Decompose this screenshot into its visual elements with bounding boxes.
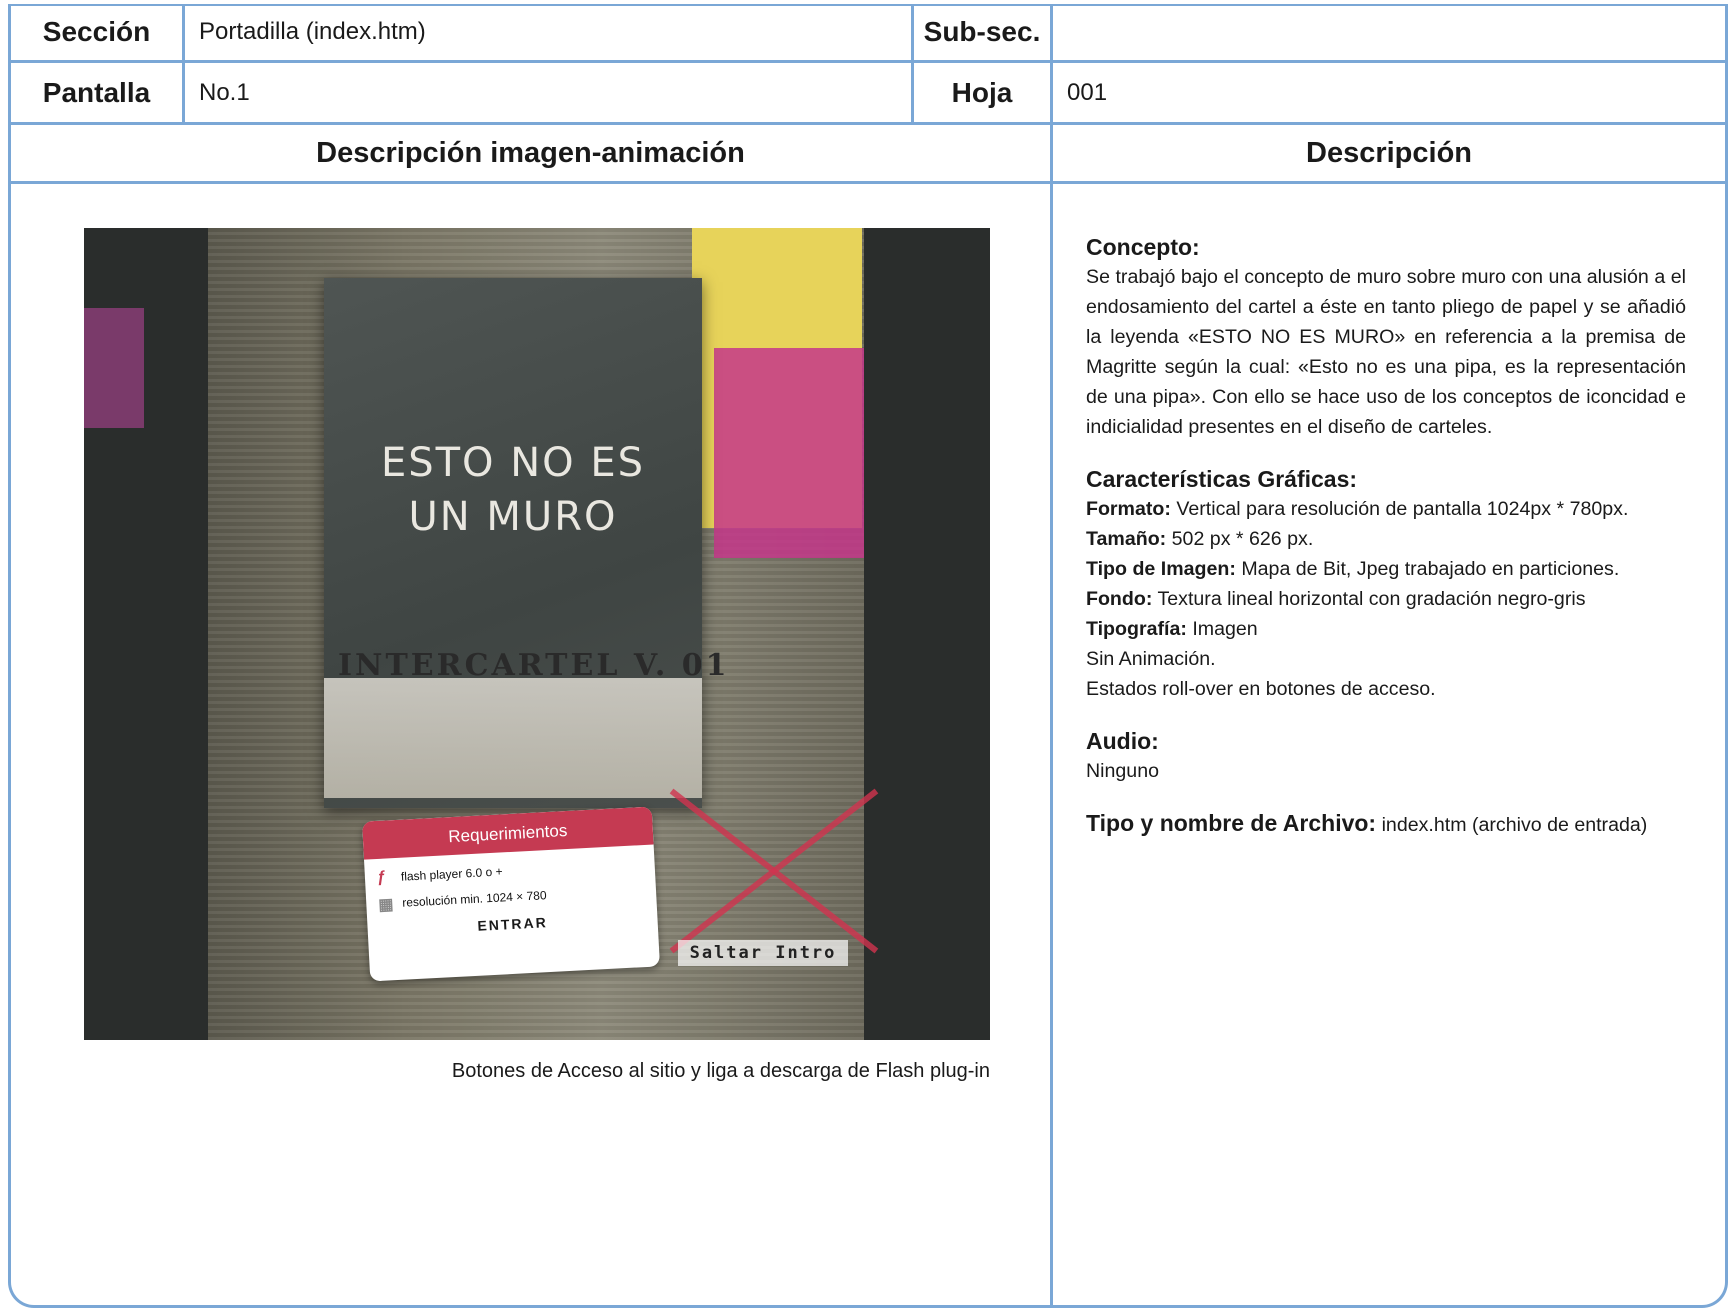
poster-sheet — [324, 278, 702, 808]
left-column-title: Descripción imagen-animación — [316, 136, 745, 169]
tamano-line: Tamaño: 502 px * 626 px. — [1086, 524, 1686, 554]
seccion-label: Sección — [42, 16, 151, 47]
fondo-value: Textura lineal horizontal con gradación … — [1157, 588, 1586, 610]
poster-headline-line2: UN MURO — [408, 494, 618, 540]
enter-button[interactable]: ENTRAR — [367, 908, 657, 939]
resolution-requirement-row: ▦ resolución min. 1024 × 780 — [366, 882, 656, 914]
poster-scrap — [84, 308, 144, 428]
audio-heading: Audio: — [1086, 728, 1159, 754]
flash-icon: ƒ — [376, 868, 387, 886]
description-panel: Concepto: Se trabajó bajo el concepto de… — [1086, 232, 1686, 862]
poster-stamp: INTERCARTEL V. 01 — [338, 648, 730, 683]
tamano-value: 502 px * 626 px. — [1171, 528, 1314, 550]
rollover-line: Estados roll-over en botones de acceso. — [1086, 678, 1436, 700]
formato-label: Formato: — [1086, 498, 1171, 520]
hoja-label: Hoja — [951, 76, 1013, 108]
poster-scrap — [714, 348, 864, 558]
hoja-value: 001 — [1067, 78, 1108, 106]
tipo-imagen-value: Mapa de Bit, Jpeg trabajado en particion… — [1241, 558, 1620, 580]
row-divider — [8, 181, 1728, 184]
flash-download-link[interactable]: ƒ flash player 6.0 o + — [365, 856, 655, 886]
subsec-label: Sub-sec. — [923, 16, 1041, 47]
screen-icon: ▦ — [377, 896, 394, 914]
tipografia-line: Tipografía: Imagen — [1086, 614, 1686, 644]
skip-intro-button[interactable]: Saltar Intro — [678, 940, 848, 966]
resolution-requirement: resolución min. 1024 × 780 — [401, 888, 547, 910]
animacion-line: Sin Animación. — [1086, 648, 1216, 670]
archivo-value: index.htm (archivo de entrada) — [1381, 814, 1648, 836]
poster-headline-line1: ESTO NO ES — [380, 440, 646, 486]
formato-line: Formato: Vertical para resolución de pan… — [1086, 494, 1686, 524]
subsec-value — [1053, 4, 1725, 60]
col-divider — [1050, 4, 1053, 1307]
audio-value: Ninguno — [1086, 760, 1159, 782]
tipo-imagen-line: Tipo de Imagen: Mapa de Bit, Jpeg trabaj… — [1086, 554, 1686, 584]
seccion-value: Portadilla (index.htm) — [199, 18, 426, 45]
requirements-panel: Requerimientos ƒ flash player 6.0 o + ▦ … — [362, 806, 660, 982]
concepto-heading: Concepto: — [1086, 234, 1200, 260]
tipografia-label: Tipografía: — [1086, 618, 1187, 640]
formato-value: Vertical para resolución de pantalla 102… — [1176, 498, 1629, 520]
tipografia-value: Imagen — [1192, 618, 1258, 640]
archivo-line: Tipo y nombre de Archivo: index.htm (arc… — [1086, 808, 1686, 840]
right-column-title: Descripción — [1306, 136, 1472, 169]
archivo-label: Tipo y nombre de Archivo: — [1086, 810, 1377, 836]
flash-requirement: flash player 6.0 o + — [400, 864, 503, 884]
fondo-line: Fondo: Textura lineal horizontal con gra… — [1086, 584, 1686, 614]
pantalla-value: No.1 — [199, 78, 250, 106]
concepto-text: Se trabajó bajo el concepto de muro sobr… — [1086, 266, 1686, 438]
tipo-imagen-label: Tipo de Imagen: — [1086, 558, 1236, 580]
screen-preview-image: ESTO NO ES UN MURO INTERCARTEL V. 01 Req… — [84, 228, 990, 1040]
image-caption: Botones de Acceso al sitio y liga a desc… — [451, 1060, 990, 1082]
pantalla-label: Pantalla — [42, 76, 151, 108]
graficas-heading: Características Gráficas: — [1086, 466, 1358, 492]
tamano-label: Tamaño: — [1086, 528, 1167, 550]
fondo-label: Fondo: — [1086, 588, 1153, 610]
